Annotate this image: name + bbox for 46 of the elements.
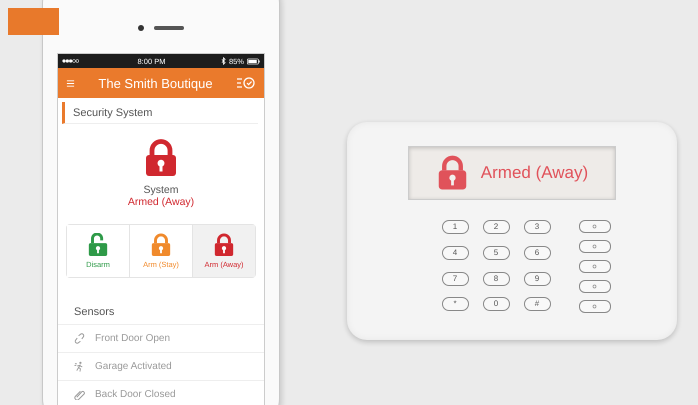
function-key[interactable] [578, 220, 610, 233]
system-label: System [143, 184, 178, 196]
keypad-key[interactable]: # [524, 297, 550, 312]
lock-icon [213, 233, 235, 257]
list-clock-icon[interactable] [236, 76, 256, 90]
display-status: Armed (Away) [480, 163, 588, 183]
keypad-key[interactable]: 0 [482, 297, 510, 312]
lock-icon [143, 138, 179, 178]
sensor-label: Back Door Closed [95, 389, 176, 400]
function-key[interactable] [578, 240, 610, 253]
keypad-key[interactable]: 6 [524, 246, 550, 260]
paperclip-icon [74, 389, 85, 400]
bluetooth-icon [220, 57, 226, 65]
menu-icon[interactable] [66, 78, 75, 88]
sensors-heading: Sensors [58, 306, 264, 325]
keypad-key[interactable]: 3 [524, 220, 550, 234]
sensor-label: Front Door Open [95, 333, 170, 344]
key-symbol-icon [592, 284, 597, 289]
sensor-label: Garage Activated [95, 361, 172, 372]
camera-dot [138, 25, 144, 31]
key-symbol-icon [592, 224, 597, 229]
signal-icon [62, 58, 82, 64]
app-title: The Smith Boutique [98, 76, 213, 90]
speaker-slot [154, 26, 184, 30]
keypad-key[interactable]: 8 [482, 272, 510, 286]
section-title: Security System [73, 106, 152, 118]
function-key[interactable] [578, 300, 610, 313]
battery-icon [246, 58, 260, 64]
function-key[interactable] [578, 260, 610, 273]
keypad-key[interactable]: 1 [442, 220, 468, 234]
key-symbol-icon [592, 244, 597, 249]
keypad-key[interactable]: 9 [524, 272, 550, 286]
key-symbol-icon [592, 264, 597, 269]
function-key[interactable] [578, 280, 610, 293]
open-lock-icon [87, 233, 109, 257]
link-icon [74, 333, 85, 344]
running-person-icon [74, 361, 85, 372]
keypad-key[interactable]: 4 [442, 246, 468, 260]
lock-icon [150, 233, 172, 257]
keypad-key[interactable]: 5 [482, 246, 510, 260]
corner-block [8, 8, 59, 35]
keypad-key[interactable]: * [442, 297, 468, 312]
keypad-key[interactable]: 2 [482, 220, 510, 234]
system-status: Armed (Away) [128, 196, 194, 208]
key-symbol-icon [592, 304, 597, 309]
keypad-key[interactable]: 7 [442, 272, 468, 286]
